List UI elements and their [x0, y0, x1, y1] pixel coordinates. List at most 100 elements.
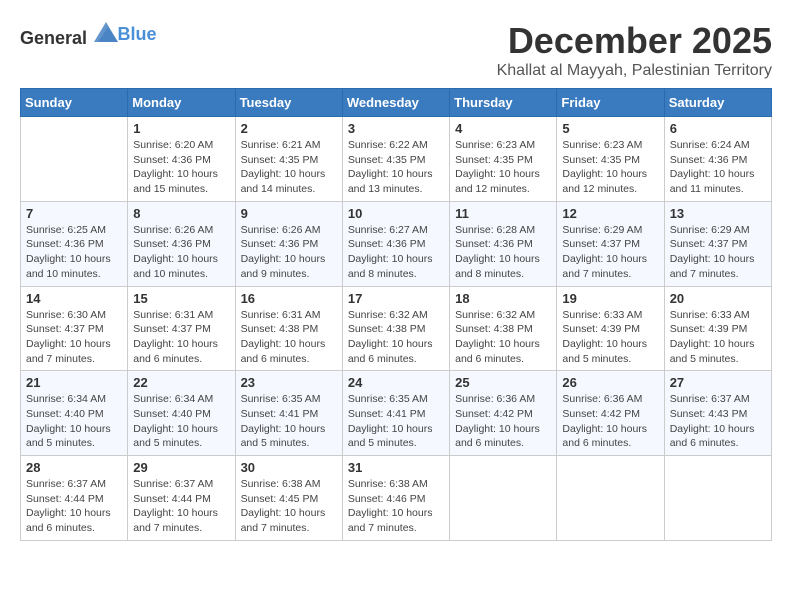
calendar-cell: 30 Sunrise: 6:38 AMSunset: 4:45 PMDayligh…	[235, 456, 342, 541]
logo-general: General	[20, 28, 87, 48]
day-info: Sunrise: 6:38 AMSunset: 4:45 PMDaylight:…	[241, 477, 337, 536]
day-info: Sunrise: 6:35 AMSunset: 4:41 PMDaylight:…	[348, 392, 444, 451]
calendar-cell: 10 Sunrise: 6:27 AMSunset: 4:36 PMDayligh…	[342, 201, 449, 286]
calendar-cell: 7Sunrise: 6:25 AMSunset: 4:36 PMDaylight…	[21, 201, 128, 286]
calendar-cell: 16Sunrise: 6:31 AMSunset: 4:38 PMDayligh…	[235, 286, 342, 371]
week-row-2: 7Sunrise: 6:25 AMSunset: 4:36 PMDaylight…	[21, 201, 772, 286]
week-row-3: 14Sunrise: 6:30 AMSunset: 4:37 PMDayligh…	[21, 286, 772, 371]
day-number: 26	[562, 375, 658, 390]
calendar-cell: 28 Sunrise: 6:37 AMSunset: 4:44 PMDayligh…	[21, 456, 128, 541]
calendar-cell: 8Sunrise: 6:26 AMSunset: 4:36 PMDaylight…	[128, 201, 235, 286]
calendar-cell: 18 Sunrise: 6:32 AMSunset: 4:38 PMDayligh…	[450, 286, 557, 371]
calendar-cell	[21, 117, 128, 202]
calendar-cell: 31 Sunrise: 6:38 AMSunset: 4:46 PMDayligh…	[342, 456, 449, 541]
day-info: Sunrise: 6:37 AMSunset: 4:44 PMDaylight:…	[26, 477, 122, 536]
calendar-cell: 22Sunrise: 6:34 AMSunset: 4:40 PMDayligh…	[128, 371, 235, 456]
day-number: 5	[562, 121, 658, 136]
calendar-cell	[557, 456, 664, 541]
day-info: Sunrise: 6:32 AMSunset: 4:38 PMDaylight:…	[455, 308, 551, 367]
calendar-cell	[664, 456, 771, 541]
day-number: 9	[241, 206, 337, 221]
weekday-header-saturday: Saturday	[664, 89, 771, 117]
location-title: Khallat al Mayyah, Palestinian Territory	[497, 62, 772, 80]
calendar-cell: 2 Sunrise: 6:21 AMSunset: 4:35 PMDaylight…	[235, 117, 342, 202]
calendar-cell: 25Sunrise: 6:36 AMSunset: 4:42 PMDayligh…	[450, 371, 557, 456]
day-info: Sunrise: 6:29 AMSunset: 4:37 PMDaylight:…	[670, 223, 766, 282]
logo-blue: Blue	[118, 24, 157, 44]
day-info: Sunrise: 6:36 AMSunset: 4:42 PMDaylight:…	[562, 392, 658, 451]
day-info: Sunrise: 6:21 AMSunset: 4:35 PMDaylight:…	[241, 138, 337, 197]
day-number: 18	[455, 291, 551, 306]
calendar-table: SundayMondayTuesdayWednesdayThursdayFrid…	[20, 88, 772, 541]
calendar-cell: 24 Sunrise: 6:35 AMSunset: 4:41 PMDayligh…	[342, 371, 449, 456]
logo: General Blue	[20, 20, 157, 49]
calendar-cell: 9 Sunrise: 6:26 AMSunset: 4:36 PMDaylight…	[235, 201, 342, 286]
week-row-1: 1 Sunrise: 6:20 AMSunset: 4:36 PMDaylight…	[21, 117, 772, 202]
day-info: Sunrise: 6:33 AMSunset: 4:39 PMDaylight:…	[562, 308, 658, 367]
day-number: 6	[670, 121, 766, 136]
day-info: Sunrise: 6:20 AMSunset: 4:36 PMDaylight:…	[133, 138, 229, 197]
weekday-header-thursday: Thursday	[450, 89, 557, 117]
day-number: 2	[241, 121, 337, 136]
day-number: 7	[26, 206, 122, 221]
title-section: December 2025 Khallat al Mayyah, Palesti…	[497, 20, 772, 80]
calendar-cell: 13 Sunrise: 6:29 AMSunset: 4:37 PMDayligh…	[664, 201, 771, 286]
calendar-cell: 27Sunrise: 6:37 AMSunset: 4:43 PMDayligh…	[664, 371, 771, 456]
weekday-header-wednesday: Wednesday	[342, 89, 449, 117]
day-info: Sunrise: 6:33 AMSunset: 4:39 PMDaylight:…	[670, 308, 766, 367]
day-info: Sunrise: 6:35 AMSunset: 4:41 PMDaylight:…	[241, 392, 337, 451]
calendar-cell: 21Sunrise: 6:34 AMSunset: 4:40 PMDayligh…	[21, 371, 128, 456]
day-info: Sunrise: 6:26 AMSunset: 4:36 PMDaylight:…	[133, 223, 229, 282]
day-number: 19	[562, 291, 658, 306]
week-row-5: 28 Sunrise: 6:37 AMSunset: 4:44 PMDayligh…	[21, 456, 772, 541]
calendar-cell: 20 Sunrise: 6:33 AMSunset: 4:39 PMDayligh…	[664, 286, 771, 371]
calendar-cell: 4 Sunrise: 6:23 AMSunset: 4:35 PMDaylight…	[450, 117, 557, 202]
calendar-cell	[450, 456, 557, 541]
day-info: Sunrise: 6:38 AMSunset: 4:46 PMDaylight:…	[348, 477, 444, 536]
day-number: 4	[455, 121, 551, 136]
calendar-cell: 12Sunrise: 6:29 AMSunset: 4:37 PMDayligh…	[557, 201, 664, 286]
day-info: Sunrise: 6:28 AMSunset: 4:36 PMDaylight:…	[455, 223, 551, 282]
calendar-cell: 14Sunrise: 6:30 AMSunset: 4:37 PMDayligh…	[21, 286, 128, 371]
day-number: 15	[133, 291, 229, 306]
day-number: 28	[26, 460, 122, 475]
weekday-header-sunday: Sunday	[21, 89, 128, 117]
day-number: 23	[241, 375, 337, 390]
day-number: 20	[670, 291, 766, 306]
calendar-cell: 23 Sunrise: 6:35 AMSunset: 4:41 PMDayligh…	[235, 371, 342, 456]
day-info: Sunrise: 6:24 AMSunset: 4:36 PMDaylight:…	[670, 138, 766, 197]
day-number: 1	[133, 121, 229, 136]
week-row-4: 21Sunrise: 6:34 AMSunset: 4:40 PMDayligh…	[21, 371, 772, 456]
day-number: 31	[348, 460, 444, 475]
day-info: Sunrise: 6:30 AMSunset: 4:37 PMDaylight:…	[26, 308, 122, 367]
day-info: Sunrise: 6:27 AMSunset: 4:36 PMDaylight:…	[348, 223, 444, 282]
month-title: December 2025	[497, 20, 772, 62]
day-info: Sunrise: 6:37 AMSunset: 4:43 PMDaylight:…	[670, 392, 766, 451]
day-info: Sunrise: 6:34 AMSunset: 4:40 PMDaylight:…	[133, 392, 229, 451]
calendar-cell: 1 Sunrise: 6:20 AMSunset: 4:36 PMDaylight…	[128, 117, 235, 202]
day-info: Sunrise: 6:31 AMSunset: 4:37 PMDaylight:…	[133, 308, 229, 367]
day-number: 13	[670, 206, 766, 221]
day-info: Sunrise: 6:34 AMSunset: 4:40 PMDaylight:…	[26, 392, 122, 451]
calendar-cell: 19 Sunrise: 6:33 AMSunset: 4:39 PMDayligh…	[557, 286, 664, 371]
day-number: 30	[241, 460, 337, 475]
day-info: Sunrise: 6:32 AMSunset: 4:38 PMDaylight:…	[348, 308, 444, 367]
day-info: Sunrise: 6:31 AMSunset: 4:38 PMDaylight:…	[241, 308, 337, 367]
day-info: Sunrise: 6:29 AMSunset: 4:37 PMDaylight:…	[562, 223, 658, 282]
calendar-cell: 3Sunrise: 6:22 AMSunset: 4:35 PMDaylight…	[342, 117, 449, 202]
day-info: Sunrise: 6:36 AMSunset: 4:42 PMDaylight:…	[455, 392, 551, 451]
day-number: 11	[455, 206, 551, 221]
calendar-cell: 17 Sunrise: 6:32 AMSunset: 4:38 PMDayligh…	[342, 286, 449, 371]
day-info: Sunrise: 6:22 AMSunset: 4:35 PMDaylight:…	[348, 138, 444, 197]
day-number: 24	[348, 375, 444, 390]
day-number: 10	[348, 206, 444, 221]
day-info: Sunrise: 6:37 AMSunset: 4:44 PMDaylight:…	[133, 477, 229, 536]
weekday-header-tuesday: Tuesday	[235, 89, 342, 117]
calendar-cell: 26 Sunrise: 6:36 AMSunset: 4:42 PMDayligh…	[557, 371, 664, 456]
day-number: 17	[348, 291, 444, 306]
weekday-header-row: SundayMondayTuesdayWednesdayThursdayFrid…	[21, 89, 772, 117]
calendar-cell: 11 Sunrise: 6:28 AMSunset: 4:36 PMDayligh…	[450, 201, 557, 286]
calendar-cell: 29Sunrise: 6:37 AMSunset: 4:44 PMDayligh…	[128, 456, 235, 541]
day-info: Sunrise: 6:26 AMSunset: 4:36 PMDaylight:…	[241, 223, 337, 282]
day-info: Sunrise: 6:23 AMSunset: 4:35 PMDaylight:…	[455, 138, 551, 197]
